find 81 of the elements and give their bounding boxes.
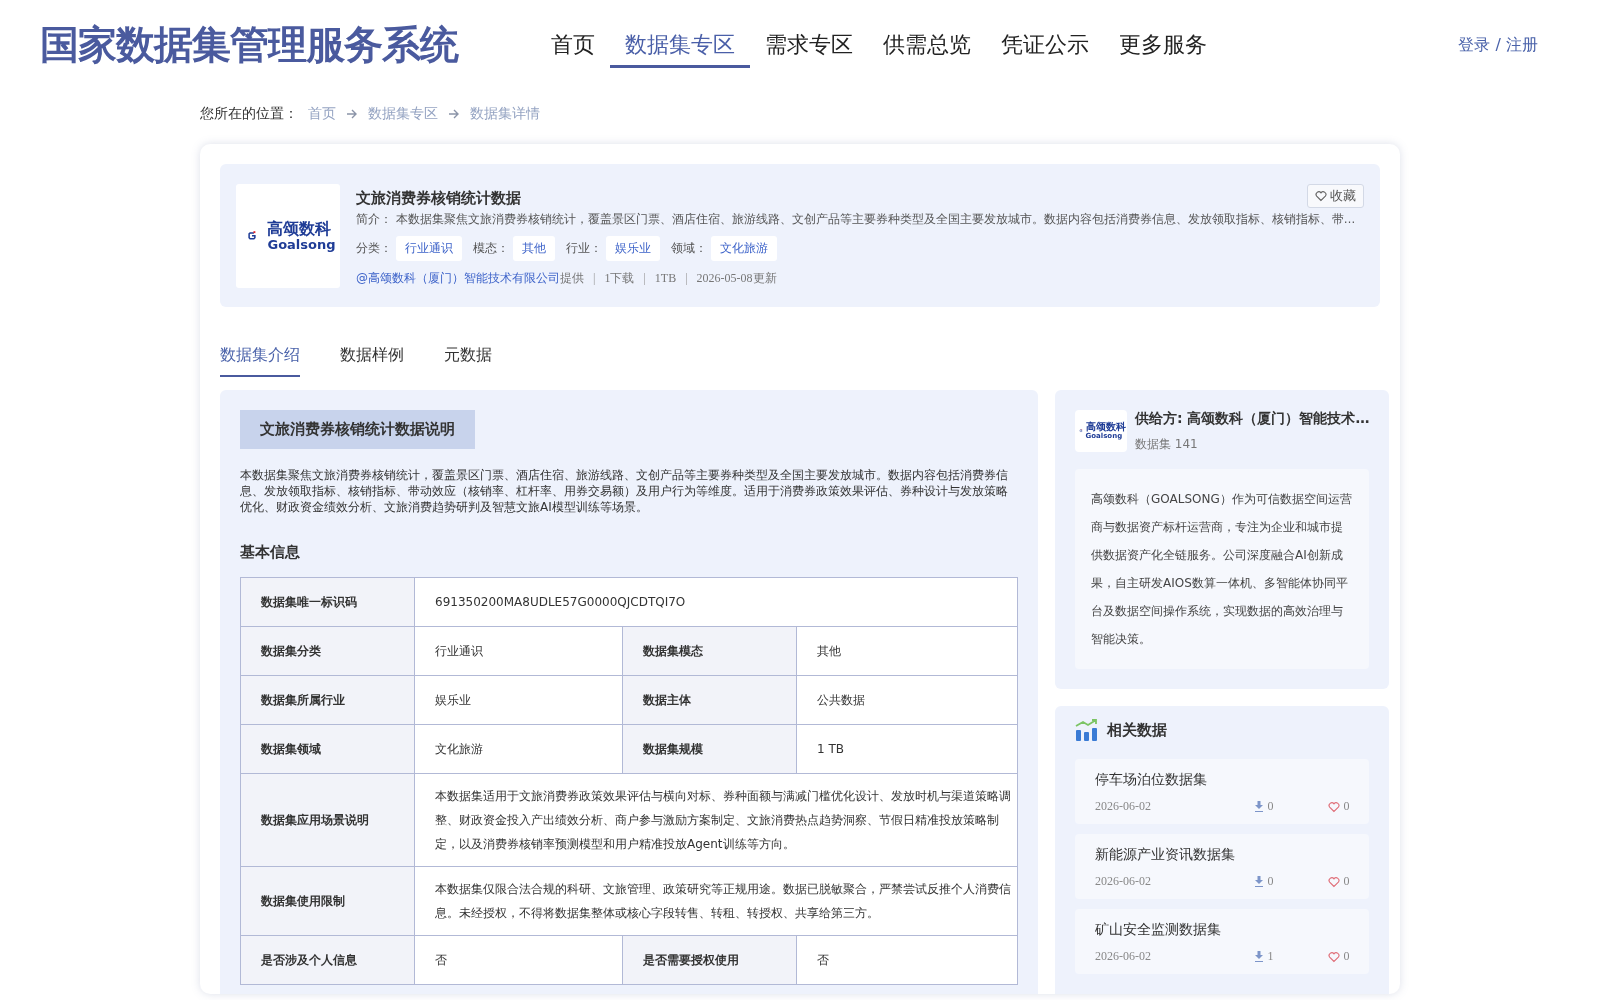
related-heading: 相关数据	[1107, 720, 1167, 740]
tab[interactable]: 数据集介绍	[220, 339, 300, 377]
meta-text: 1TB	[654, 271, 677, 286]
nav-link[interactable]: 更多服务	[1104, 0, 1222, 90]
date-text: 2026-06-02	[1095, 949, 1152, 964]
site-title: 国家数据集管理服务系统	[40, 21, 458, 69]
breadcrumb-label: 您所在的位置：	[200, 105, 298, 123]
table-cell: 本数据集适用于文旅消费券政策效果评估与横向对标、券种面额与满减门槛优化设计、发放时机与渠道策略调整、财政资金投入产出绩效分析、商户参与激励方案制定、文旅消费热点趋势洞察、节假日精准投放策略制定，以及消费券核销率预测模型和用户精准投放Agent训练等方向。	[415, 774, 1018, 867]
table-cell: 数据集应用场景说明	[241, 774, 415, 867]
summary-label: 简介：	[356, 212, 392, 226]
login-link[interactable]: 登录 / 注册	[1458, 34, 1538, 56]
heart-icon	[1328, 950, 1341, 963]
summary-text: 本数据集聚焦文旅消费券核销统计，覆盖景区门票、酒店住宿、旅游线路、文创产品等主要券种类型及全国主要发放城市。数据内容包括消费券信息、发放领取指标、核销指标、带…	[395, 212, 1356, 226]
like-count: 0	[1343, 949, 1350, 964]
section-heading: 基本信息	[240, 543, 301, 562]
separator: |	[593, 271, 596, 286]
meta-text: 1下载	[604, 270, 635, 287]
download-icon	[1254, 801, 1265, 812]
tag: 其他	[513, 236, 555, 261]
date-text: 2026-06-02	[1095, 874, 1152, 889]
table-cell: 否	[797, 936, 1018, 985]
heart-icon	[1328, 875, 1341, 888]
tab[interactable]: 数据样例	[340, 339, 404, 377]
like-count: 0	[1343, 799, 1350, 814]
separator: |	[643, 271, 646, 286]
nav-link[interactable]: 数据集专区	[610, 0, 750, 68]
provider-link[interactable]: @高颂数科（厦门）智能技术有限公司	[356, 270, 560, 287]
download-icon	[1254, 951, 1265, 962]
download-icon	[1254, 876, 1265, 887]
download-count: 1	[1267, 949, 1274, 964]
tag-label: 模态：	[473, 240, 509, 257]
related-item[interactable]: 矿山安全监测数据集 2026-06-02 1 0	[1075, 909, 1370, 974]
table-cell: 数据集分类	[241, 627, 415, 676]
nav-link[interactable]: 供需总览	[868, 0, 986, 90]
table-cell: 1 TB	[797, 725, 1018, 774]
description-text: 本数据集聚焦文旅消费券核销统计，覆盖景区门票、酒店住宿、旅游线路、文创产品等主要券种类型及全国主要发放城市。数据内容包括消费券信息、发放领取指标、核销指标、带动效应（核销率、杠杆率、用券交易额）及用户行为等维度。适用于消费券政策效果评估、券种设计与发放策略优化、财政资金绩效分析、文旅消费趋势研判及智慧文旅AI模型训练等场景。	[240, 467, 1009, 515]
logo: 高颂数科 Goalsong	[240, 220, 336, 252]
provider-description: 高颂数科（GOALSONG）作为可信数据空间运营商与数据资产标杆运营商，专注为企业和城市提供数据资产化全链服务。公司深度融合AI创新成果，自主研发AIOS数算一体机、多智能体协同平台及数据空间操作系统，实现数据的高效治理与智能决策。	[1075, 469, 1370, 669]
table-cell: 数据集领域	[241, 725, 415, 774]
tag-label: 行业：	[566, 240, 602, 257]
nav-link[interactable]: 需求专区	[750, 0, 868, 90]
meta-text: 2026-05-08更新	[696, 270, 777, 287]
table-cell: 数据集唯一标识码	[241, 578, 415, 627]
table-cell: 数据集使用限制	[241, 867, 415, 936]
tag: 文化旅游	[711, 236, 777, 261]
table-cell: 其他	[797, 627, 1018, 676]
provided-text: 提供	[560, 270, 584, 287]
related-item[interactable]: 新能源产业资讯数据集 2026-06-02 0 0	[1075, 834, 1370, 899]
date-text: 2026-06-02	[1095, 799, 1152, 814]
section-heading: 文旅消费券核销统计数据说明	[240, 410, 475, 449]
table-cell: 是否需要授权使用	[623, 936, 797, 985]
table-cell: 公共数据	[797, 676, 1018, 725]
tag: 娱乐业	[606, 236, 660, 261]
table-cell: 数据集所属行业	[241, 676, 415, 725]
provider-name: 供给方: 高颂数科（厦门）智能技术…	[1135, 410, 1370, 428]
table-cell: 数据集规模	[623, 725, 797, 774]
table-cell: 数据集模态	[623, 627, 797, 676]
nav-link[interactable]: 首页	[536, 0, 610, 90]
download-count: 0	[1267, 799, 1274, 814]
arrow-icon	[346, 109, 358, 119]
related-item[interactable]: 停车场泊位数据集 2026-06-02 0 0	[1075, 759, 1370, 824]
bar-chart-icon	[1075, 718, 1099, 742]
favorite-button[interactable]: 收藏	[1307, 184, 1364, 208]
dataset-count: 数据集 141	[1135, 436, 1199, 453]
table-cell: 是否涉及个人信息	[241, 936, 415, 985]
table-cell: 数据主体	[623, 676, 797, 725]
dataset-title: 文旅消费券核销统计数据	[356, 188, 521, 208]
nav-link[interactable]: 凭证公示	[986, 0, 1104, 90]
related-title: 矿山安全监测数据集	[1095, 921, 1222, 939]
related-title: 停车场泊位数据集	[1095, 771, 1208, 789]
related-title: 新能源产业资讯数据集	[1095, 846, 1236, 864]
heart-icon	[1328, 800, 1341, 813]
download-count: 0	[1267, 874, 1274, 889]
like-count: 0	[1343, 874, 1350, 889]
arrow-icon	[448, 109, 460, 119]
heart-icon	[1315, 190, 1327, 202]
tag-label: 分类：	[356, 240, 392, 257]
tab[interactable]: 元数据	[444, 339, 492, 377]
tag: 行业通识	[396, 236, 462, 261]
tag-label: 领域：	[671, 240, 707, 257]
separator: |	[685, 271, 688, 286]
